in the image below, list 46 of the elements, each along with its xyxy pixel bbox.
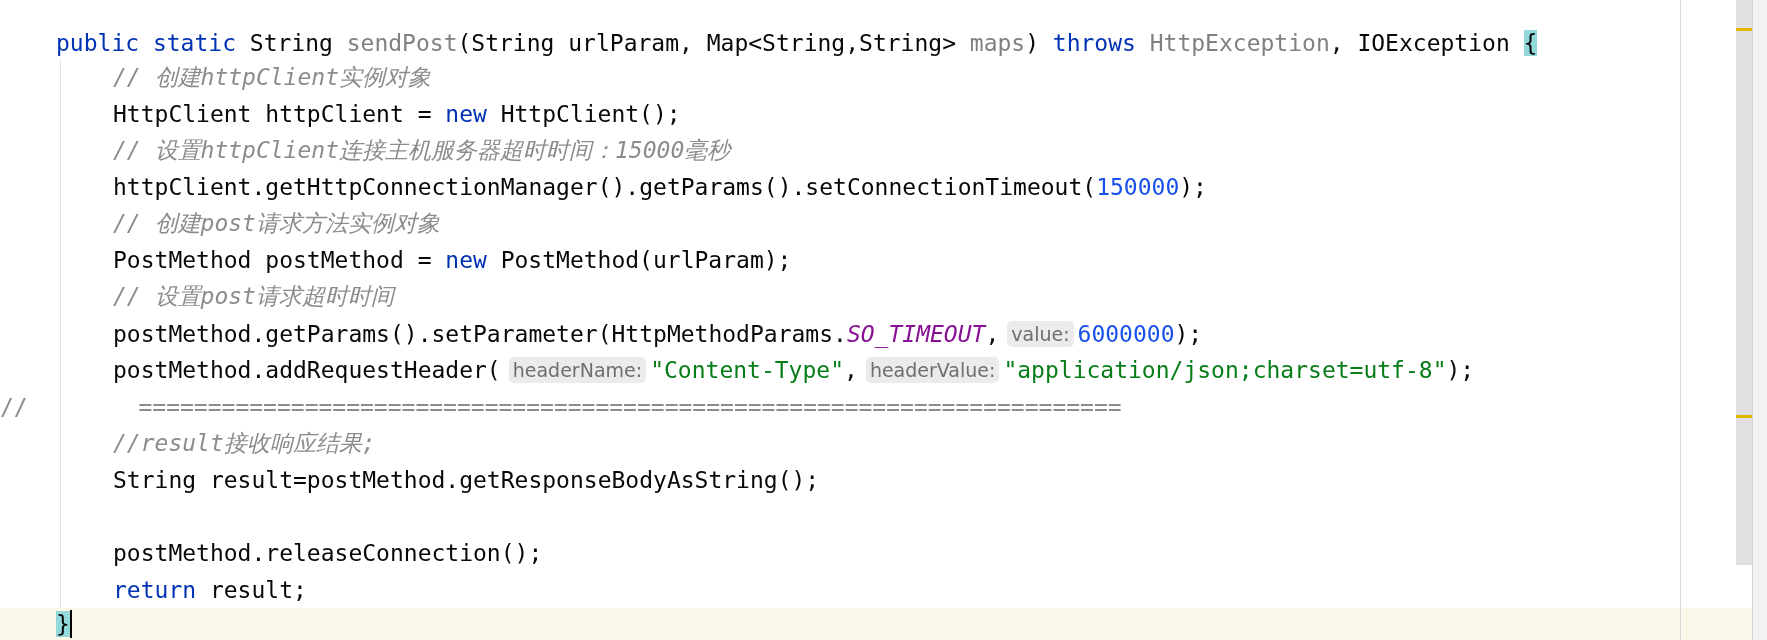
code-identifier: maps — [969, 30, 1026, 56]
string-literal: "application/json;charset=utf-8" — [1003, 357, 1447, 384]
inlay-hint: headerName: — [508, 357, 647, 384]
code-comment: // 设置httpClient连接主机服务器超时时间：15000毫秒 — [113, 136, 731, 166]
code-text: PostMethod(urlParam); — [500, 247, 792, 274]
code-text: postMethod.getParams().setParameter(HttpMethodParams. — [113, 320, 847, 347]
code-keyword: new — [445, 247, 487, 274]
code-text: , — [844, 357, 858, 384]
code-comment: //result接收响应结果; — [113, 428, 376, 458]
string-literal: "Content-Type" — [650, 357, 844, 384]
code-text: postMethod.addRequestHeader( — [113, 357, 501, 384]
code-text: String result=postMethod.getResponseBodyAsString(); — [113, 466, 820, 493]
code-text: postMethod.releaseConnection(); — [113, 540, 543, 567]
code-text: PostMethod postMethod = — [113, 247, 432, 274]
code-text: HttpClient(); — [500, 100, 681, 127]
code-identifier: sendPost — [346, 30, 458, 56]
code-comment: // ======================================================================= — [0, 393, 1122, 420]
code-keyword: new — [445, 100, 487, 127]
code-keyword: throws — [1052, 30, 1136, 56]
code-text: String — [249, 30, 333, 56]
code-comment: // 创建httpClient实例对象 — [113, 62, 431, 92]
brace: { — [1523, 30, 1538, 56]
code-text: (String urlParam, Map<String,String> — [457, 30, 956, 56]
number-literal: 6000000 — [1077, 320, 1175, 347]
code-text: , IOException — [1329, 30, 1510, 56]
brace: } — [56, 610, 70, 637]
code-comment: // 创建post请求方法实例对象 — [113, 209, 440, 239]
code-text: HttpClient httpClient = — [113, 100, 432, 127]
warning-marker[interactable] — [1736, 28, 1752, 31]
inlay-hint: headerValue: — [865, 357, 1000, 384]
code-text: result; — [209, 576, 307, 603]
warning-marker[interactable] — [1736, 415, 1752, 418]
number-literal: 150000 — [1096, 174, 1180, 201]
scrollbar[interactable] — [1736, 0, 1752, 565]
static-field: SO_TIMEOUT — [846, 320, 986, 347]
code-identifier: HttpException — [1149, 30, 1330, 56]
code-text: httpClient.getHttpConnectionManager().getParams().setConnectionTimeout( — [113, 174, 1097, 201]
inlay-hint: value: — [1007, 320, 1074, 347]
code-text: ) — [1025, 30, 1040, 56]
code-comment: // 设置post请求超时时间 — [113, 282, 394, 312]
code-text: ); — [1174, 320, 1203, 347]
code-text: ); — [1179, 174, 1207, 201]
text-cursor — [69, 609, 72, 638]
code-text: ); — [1446, 357, 1475, 384]
code-keyword: public static — [56, 30, 236, 56]
code-keyword: return — [113, 576, 197, 603]
